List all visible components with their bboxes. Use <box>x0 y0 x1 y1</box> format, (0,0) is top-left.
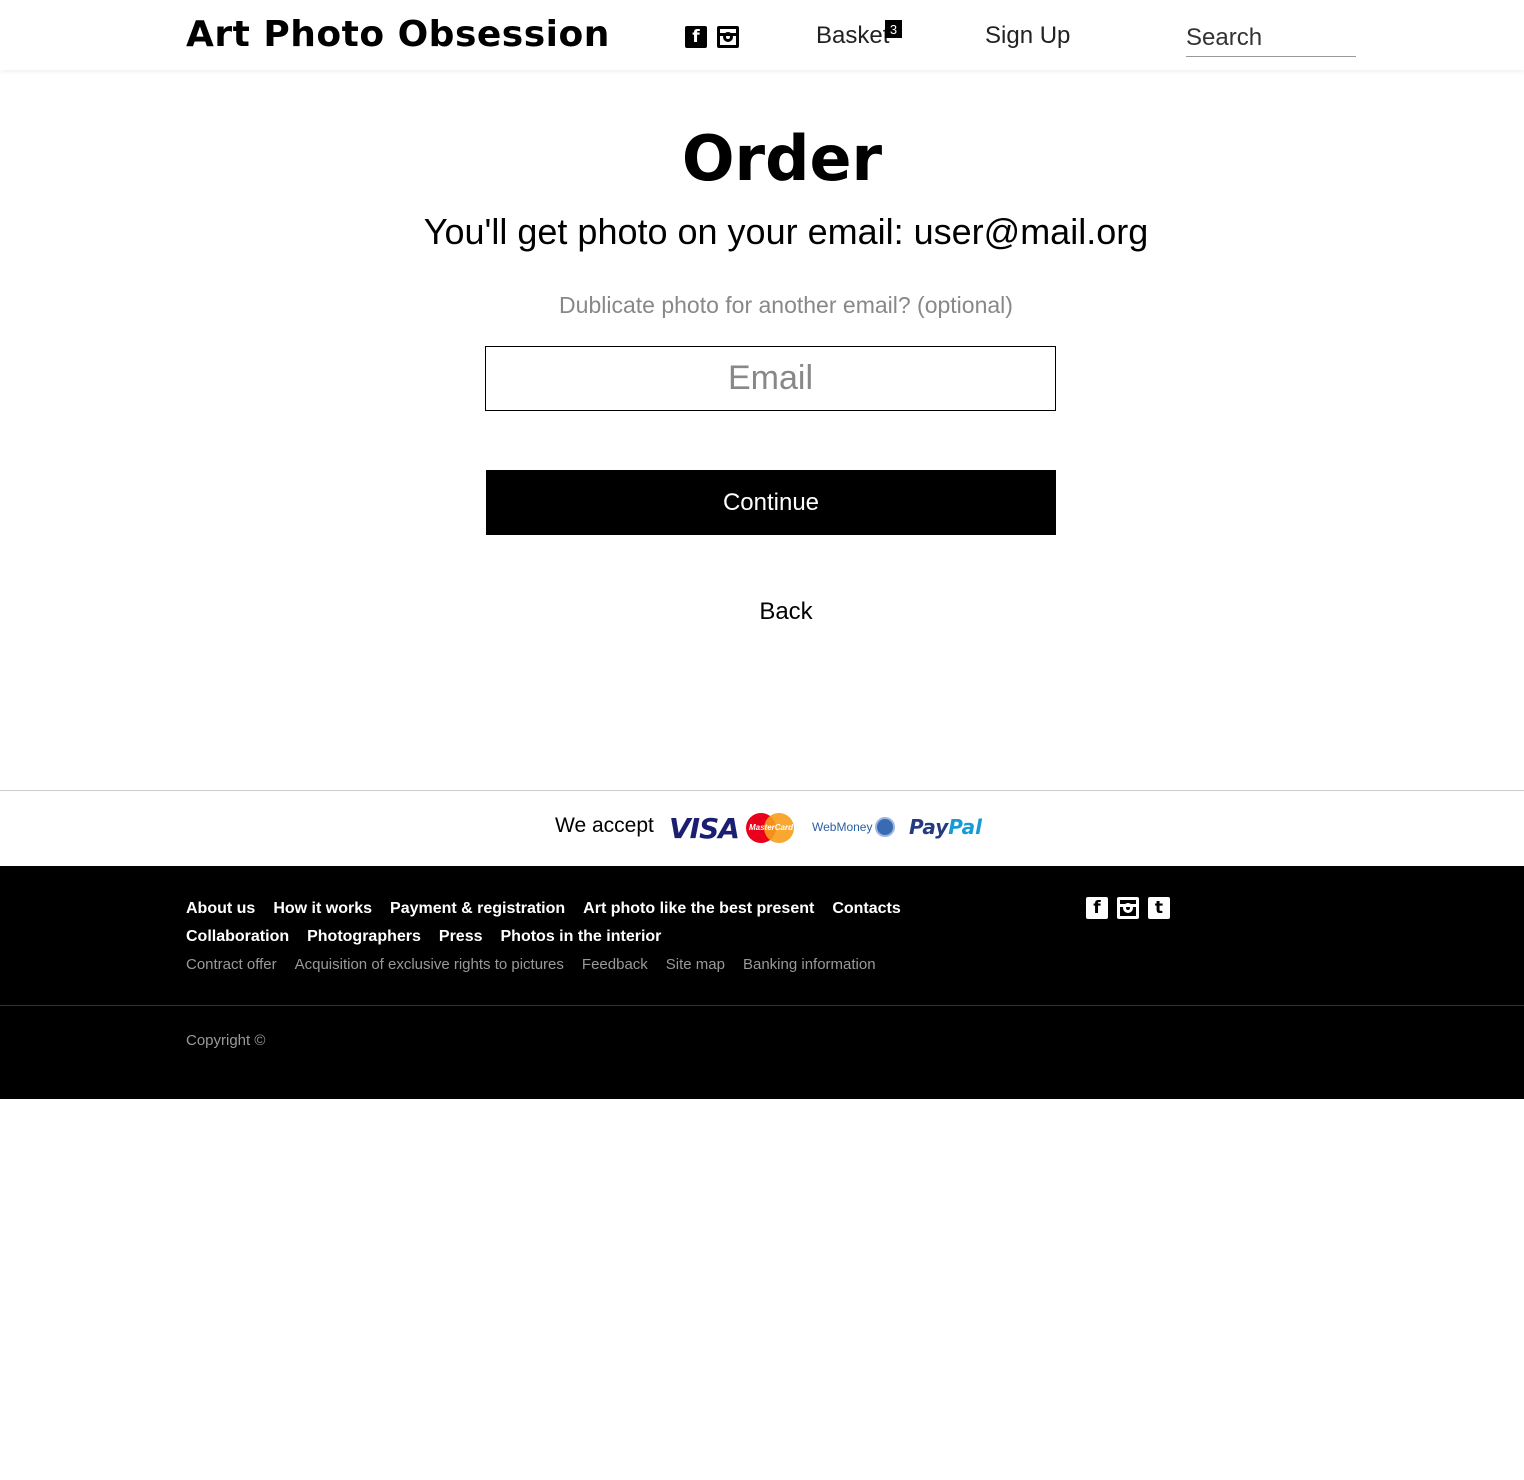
footer-link[interactable]: About us <box>186 900 255 918</box>
webmoney-globe-icon <box>875 817 895 837</box>
footer-link[interactable]: Press <box>439 928 483 946</box>
footer-link[interactable]: Art photo like the best present <box>583 900 814 918</box>
search-input[interactable] <box>1186 20 1356 57</box>
email-notice: You'll get photo on your email: user@mai… <box>423 211 1149 252</box>
tumblr-icon[interactable]: t <box>1148 897 1170 919</box>
webmoney-logo: WebMoney <box>812 820 873 834</box>
footer-link[interactable]: Photos in the interior <box>501 928 662 946</box>
paypal-pal: Pal <box>948 815 983 839</box>
footer-link[interactable]: Acquisition of exclusive rights to pictu… <box>295 956 564 973</box>
visa-logo: VISA <box>669 812 740 845</box>
site-footer: About us How it works Payment & registra… <box>0 866 1524 1099</box>
header-social-links: f <box>685 26 739 48</box>
copyright: Copyright © <box>186 1032 266 1049</box>
duplicate-hint: Dublicate photo for another email? (opti… <box>559 292 1013 318</box>
payment-methods: We accept VISA MasterCard WebMoney PayPa… <box>0 790 1524 866</box>
basket-count-badge: 3 <box>885 20 902 38</box>
footer-link[interactable]: Photographers <box>307 928 421 946</box>
facebook-icon[interactable]: f <box>685 26 707 48</box>
footer-links-secondary: Collaboration Photographers Press Photos… <box>186 928 661 946</box>
continue-button[interactable]: Continue <box>486 470 1056 535</box>
facebook-icon[interactable]: f <box>1086 897 1108 919</box>
footer-links-primary: About us How it works Payment & registra… <box>186 900 901 918</box>
footer-link[interactable]: Contract offer <box>186 956 277 973</box>
paypal-logo: PayPal <box>909 815 982 839</box>
paypal-pay: Pay <box>909 815 949 839</box>
site-header: Art Photo Obsession f Basket 3 Sign Up <box>0 0 1524 70</box>
instagram-icon[interactable] <box>1117 897 1139 919</box>
footer-divider <box>0 1005 1524 1006</box>
mastercard-logo: MasterCard <box>746 813 794 843</box>
mastercard-label: MasterCard <box>748 823 793 832</box>
footer-link[interactable]: Collaboration <box>186 928 289 946</box>
back-link[interactable]: Back <box>0 598 1524 626</box>
we-accept-label: We accept <box>555 814 654 837</box>
footer-link[interactable]: Payment & registration <box>390 900 565 918</box>
footer-link[interactable]: Contacts <box>832 900 900 918</box>
footer-link[interactable]: Feedback <box>582 956 648 973</box>
footer-link[interactable]: Site map <box>666 956 725 973</box>
footer-links-tertiary: Contract offer Acquisition of exclusive … <box>186 956 876 973</box>
page-title: Order <box>681 122 883 195</box>
signup-link[interactable]: Sign Up <box>985 22 1070 50</box>
site-logo[interactable]: Art Photo Obsession <box>186 14 610 55</box>
email-field[interactable] <box>485 346 1056 411</box>
instagram-icon[interactable] <box>717 26 739 48</box>
footer-link[interactable]: Banking information <box>743 956 876 973</box>
footer-link[interactable]: How it works <box>273 900 372 918</box>
footer-social-links: f t <box>1086 897 1170 919</box>
basket-link[interactable]: Basket <box>816 22 889 50</box>
